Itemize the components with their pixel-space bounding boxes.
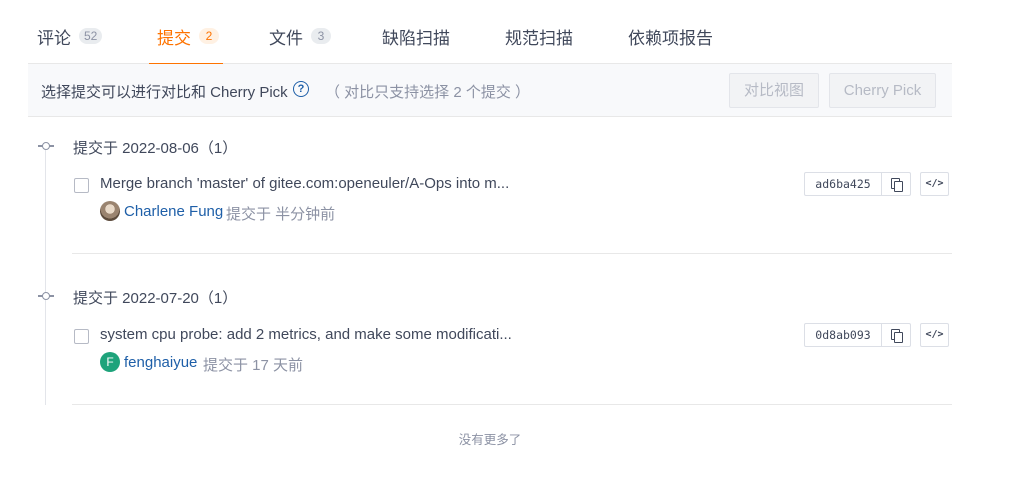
compare-view-button[interactable]: 对比视图 xyxy=(729,73,819,108)
commit-sha-box: ad6ba425 xyxy=(804,172,911,196)
commit-author[interactable]: Charlene Fung xyxy=(124,203,223,220)
no-more-text: 没有更多了 xyxy=(458,433,522,447)
toolbar-hint: 选择提交可以进行对比和 Cherry Pick xyxy=(41,84,288,101)
tab-commits[interactable]: 提交 2 xyxy=(149,24,223,65)
code-icon[interactable]: </> xyxy=(920,172,949,196)
tab-comments[interactable]: 评论 52 xyxy=(37,24,103,64)
commit-message[interactable]: Merge branch 'master' of gitee.com:opene… xyxy=(100,175,509,192)
tab-label: 文件 xyxy=(269,29,303,48)
commit-sha[interactable]: 0d8ab093 xyxy=(805,324,882,346)
tab-style-scan[interactable]: 规范扫描 xyxy=(505,24,573,64)
timeline-line xyxy=(45,150,46,405)
tab-count-badge: 52 xyxy=(79,28,103,44)
commit-time: 提交于 17 天前 xyxy=(203,357,304,374)
tab-label: 缺陷扫描 xyxy=(382,29,450,48)
cherry-pick-button[interactable]: Cherry Pick xyxy=(829,73,936,108)
tab-label: 评论 xyxy=(37,29,71,48)
commit-group-title: 提交于 2022-08-06（1） xyxy=(73,140,238,157)
tab-label: 规范扫描 xyxy=(505,29,573,48)
avatar[interactable]: F xyxy=(100,352,120,372)
commit-sha[interactable]: ad6ba425 xyxy=(805,173,882,195)
commit-checkbox[interactable] xyxy=(74,178,89,193)
tab-count-badge: 3 xyxy=(311,28,331,44)
commit-node-icon xyxy=(38,141,54,151)
tab-label: 依赖项报告 xyxy=(628,29,713,48)
tab-defect-scan[interactable]: 缺陷扫描 xyxy=(382,24,450,64)
copy-icon[interactable] xyxy=(882,173,910,195)
commit-sha-box: 0d8ab093 xyxy=(804,323,911,347)
commit-time: 提交于 半分钟前 xyxy=(226,206,336,223)
commit-group-title: 提交于 2022-07-20（1） xyxy=(73,290,238,307)
help-circle-icon[interactable]: ? xyxy=(293,81,309,97)
tab-bar: 评论 52 提交 2 文件 3 缺陷扫描 规范扫描 依赖项报告 xyxy=(28,0,952,65)
commit-selection-toolbar: 选择提交可以进行对比和 Cherry Pick ? （ 对比只支持选择 2 个提… xyxy=(28,64,952,117)
commit-author[interactable]: fenghaiyue xyxy=(124,354,197,371)
copy-icon[interactable] xyxy=(882,324,910,346)
code-icon[interactable]: </> xyxy=(920,323,949,347)
commit-row: system cpu probe: add 2 metrics, and mak… xyxy=(72,317,952,405)
commit-node-icon xyxy=(38,291,54,301)
avatar[interactable] xyxy=(100,201,120,221)
toolbar-note: （ 对比只支持选择 2 个提交 ） xyxy=(325,84,531,101)
tab-dependency-report[interactable]: 依赖项报告 xyxy=(628,24,713,64)
commit-checkbox[interactable] xyxy=(74,329,89,344)
tab-files[interactable]: 文件 3 xyxy=(269,24,331,64)
commit-message[interactable]: system cpu probe: add 2 metrics, and mak… xyxy=(100,326,512,343)
tab-label: 提交 xyxy=(157,29,191,48)
tab-count-badge: 2 xyxy=(199,28,219,44)
commit-row: Merge branch 'master' of gitee.com:opene… xyxy=(72,166,952,254)
